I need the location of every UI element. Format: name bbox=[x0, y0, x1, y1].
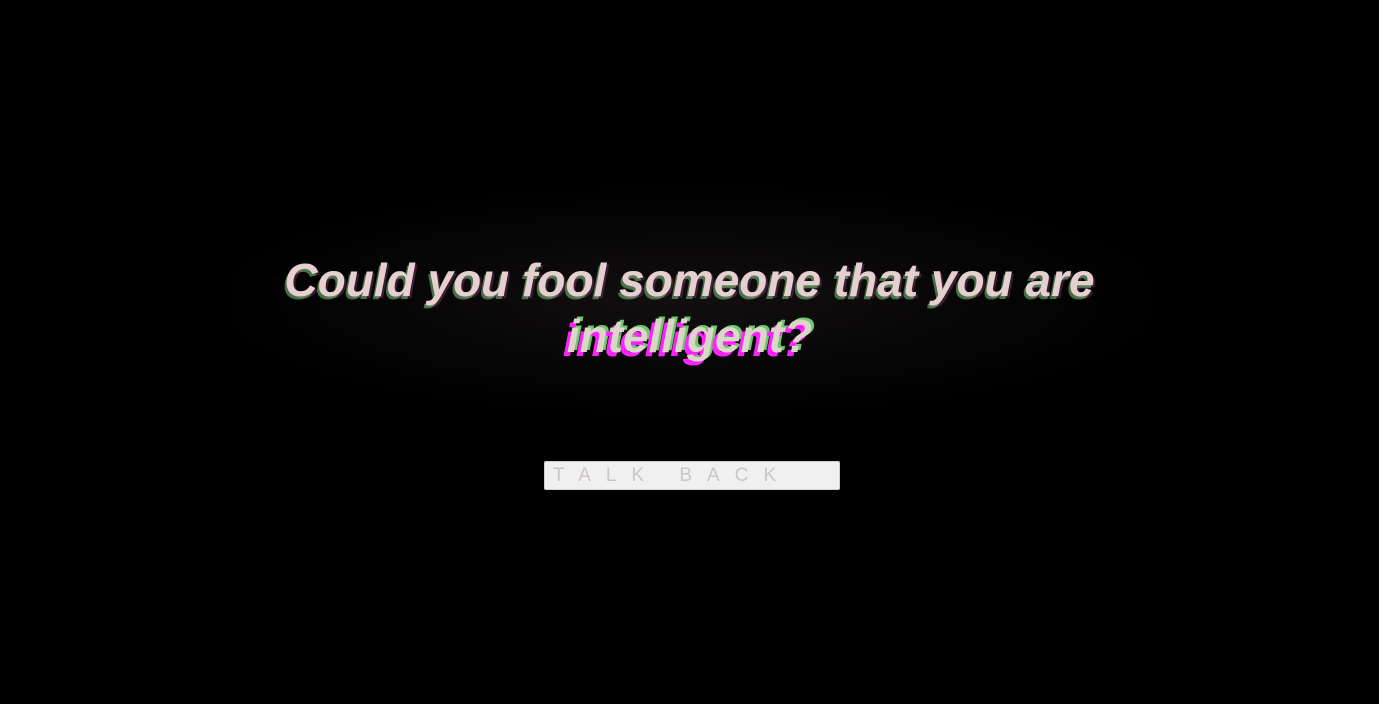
headline-glitch-word: intelligent? bbox=[566, 310, 813, 362]
headline: Could you fool someone that you are inte… bbox=[0, 252, 1379, 364]
talk-back-button[interactable]: TALK BACK bbox=[544, 461, 840, 490]
headline-line-2-wrap: intelligent? bbox=[0, 308, 1379, 364]
landing-stage: Could you fool someone that you are inte… bbox=[0, 0, 1379, 704]
headline-line-1: Could you fool someone that you are bbox=[284, 254, 1095, 306]
cta-container: TALK BACK bbox=[544, 461, 840, 490]
